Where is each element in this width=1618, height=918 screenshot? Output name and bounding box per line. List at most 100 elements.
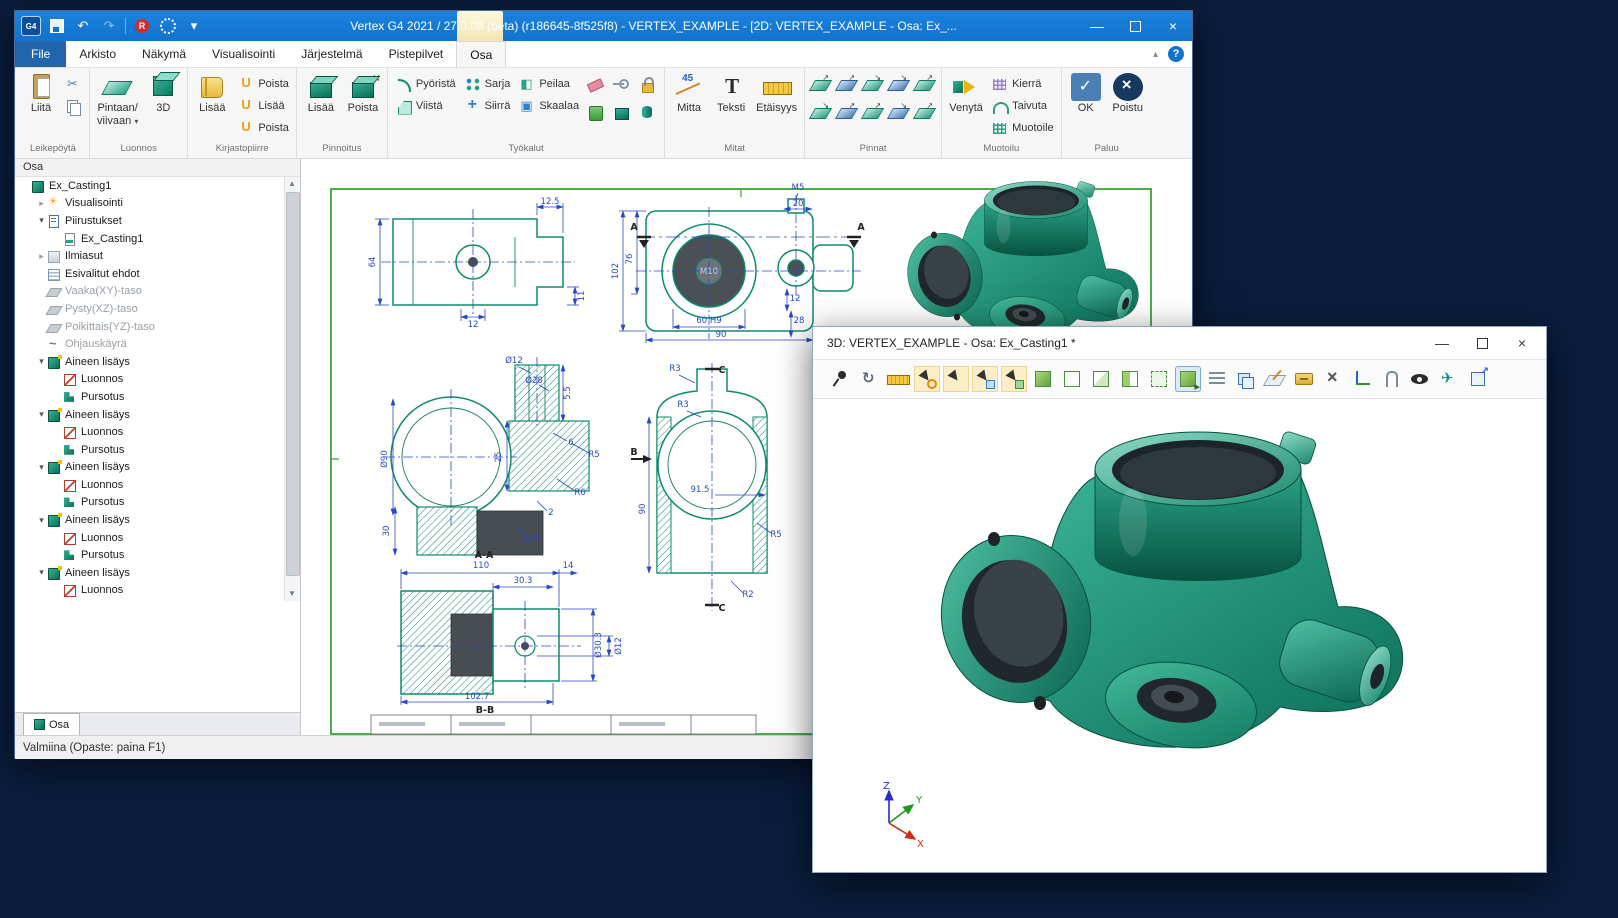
stretch-button[interactable]: Venytä [946, 71, 986, 116]
library-drawer-icon[interactable] [1291, 366, 1317, 392]
surface-tool-5-button[interactable] [913, 74, 935, 94]
surface-tool-2-button[interactable] [835, 74, 857, 94]
select-face-icon[interactable] [972, 366, 998, 392]
chamfer-button[interactable]: Viistä [392, 96, 459, 115]
tree-item[interactable]: Pursotus [15, 546, 300, 564]
help-button[interactable]: ? [1168, 46, 1184, 62]
paste-button[interactable]: Liitä [21, 71, 61, 116]
library-remove2-button[interactable]: Poista [234, 118, 292, 137]
3d-maximize-button[interactable] [1462, 327, 1502, 359]
tree-item[interactable]: Pysty(XZ)-taso [15, 300, 300, 318]
bend-button[interactable]: Taivuta [988, 96, 1057, 115]
twist-button[interactable]: Kierrä [988, 74, 1057, 93]
tree-item[interactable]: Luonnos [15, 423, 300, 441]
document-tab-osa[interactable]: Osa [23, 713, 80, 735]
notebook-tool-button[interactable] [584, 102, 606, 122]
delete-icon[interactable] [1320, 366, 1346, 392]
scroll-thumb[interactable] [286, 192, 300, 576]
split-shade-view-icon[interactable] [1117, 366, 1143, 392]
cylinder-tool-button[interactable] [636, 102, 658, 122]
feature-list-icon[interactable] [1204, 366, 1230, 392]
scale-button[interactable]: Skaalaa [515, 96, 582, 115]
tree-item[interactable]: Pursotus [15, 388, 300, 406]
tab-file[interactable]: File [15, 41, 66, 67]
tree-item[interactable]: Esivalitut ehdot [15, 265, 300, 283]
expand-arrow[interactable]: ▾ [35, 409, 48, 420]
measure-icon[interactable] [885, 366, 911, 392]
tree-item[interactable]: ▾Aineen lisäys [15, 353, 300, 371]
tree-item[interactable]: Luonnos [15, 582, 300, 600]
tree-item[interactable]: ▾Piirustukset [15, 212, 300, 230]
redo-button[interactable]: ↷ [99, 16, 119, 36]
tree-item[interactable]: ▾Aineen lisäys [15, 511, 300, 529]
active-view-mode-icon[interactable] [1175, 366, 1201, 392]
text-button[interactable]: T Teksti [711, 71, 751, 116]
expand-arrow[interactable]: ▾ [35, 356, 48, 367]
dimension-button[interactable]: 45 Mitta [669, 71, 709, 116]
morph-button[interactable]: Muotoile [988, 118, 1057, 137]
halfshade-view-icon[interactable] [1088, 366, 1114, 392]
tree-item[interactable]: ▸Visualisointi [15, 195, 300, 213]
tree-item[interactable]: ▾Aineen lisäys [15, 564, 300, 582]
tab-visualisointi[interactable]: Visualisointi [199, 41, 288, 67]
exit-button[interactable]: Poistu [1108, 71, 1148, 116]
lock-tool-button[interactable] [636, 74, 658, 94]
coating-remove-button[interactable]: × Poista [343, 71, 383, 116]
record-button[interactable]: R [132, 16, 152, 36]
expand-arrow[interactable]: ▾ [35, 215, 48, 226]
tree-item[interactable]: ▾Aineen lisäys [15, 406, 300, 424]
save-button[interactable] [47, 16, 67, 36]
distance-button[interactable]: Etäisyys [753, 71, 800, 116]
move-button[interactable]: Siirrä [461, 96, 514, 115]
surface-tool-4-button[interactable] [887, 74, 909, 94]
library-remove-button[interactable]: Poista [234, 74, 292, 93]
tree-item[interactable]: Pursotus [15, 441, 300, 459]
tab-pistepilvet[interactable]: Pistepilvet [376, 41, 457, 67]
surface-tool-10-button[interactable] [913, 102, 935, 122]
close-button[interactable]: × [1154, 11, 1192, 41]
surface-tool-1-button[interactable] [809, 74, 831, 94]
library-add-button[interactable]: Lisää [192, 71, 232, 116]
tree-item[interactable]: Luonnos [15, 476, 300, 494]
sketch-3d-button[interactable]: 3D [143, 71, 183, 116]
attach-icon[interactable] [1378, 366, 1404, 392]
transparent-view-icon[interactable] [1146, 366, 1172, 392]
tree-item[interactable]: Ex_Casting1 [15, 177, 300, 195]
qat-dropdown-button[interactable]: ▾ [184, 16, 204, 36]
coating-add-button[interactable]: Lisää [301, 71, 341, 116]
tab-järjestelmä[interactable]: Järjestelmä [288, 41, 375, 67]
coordinate-axes-icon[interactable] [1349, 366, 1375, 392]
orient-view-icon[interactable] [856, 366, 882, 392]
visibility-icon[interactable] [1407, 366, 1433, 392]
measure-tool-button[interactable] [610, 74, 632, 94]
expand-arrow[interactable]: ▾ [35, 462, 48, 473]
tree-item[interactable]: Luonnos [15, 529, 300, 547]
scroll-down-arrow[interactable]: ▼ [285, 587, 299, 601]
tree-scrollbar[interactable]: ▲ ▼ [284, 177, 300, 601]
3d-minimize-button[interactable]: — [1422, 327, 1462, 359]
fly-through-icon[interactable] [1436, 366, 1462, 392]
feature-tree[interactable]: Ex_Casting1▸Visualisointi▾PiirustuksetEx… [15, 177, 300, 601]
pattern-button[interactable]: Sarja [461, 74, 514, 93]
surface-tool-3-button[interactable] [861, 74, 883, 94]
copy-button[interactable] [63, 97, 85, 117]
expand-arrow[interactable]: ▸ [35, 198, 48, 209]
3d-close-button[interactable]: × [1502, 327, 1542, 359]
pin-icon[interactable] [827, 366, 853, 392]
mirror-button[interactable]: Peilaa [515, 74, 582, 93]
select-rotate-icon[interactable] [914, 366, 940, 392]
scroll-up-arrow[interactable]: ▲ [285, 177, 299, 191]
tree-item[interactable]: ▾Aineen lisäys [15, 459, 300, 477]
settings-button[interactable] [158, 16, 178, 36]
layers-icon[interactable] [1233, 366, 1259, 392]
tree-item[interactable]: Poikittais(YZ)-taso [15, 318, 300, 336]
maximize-button[interactable] [1116, 11, 1154, 41]
sketch-on-surface-button[interactable]: Pintaan/ viivaan ▾ [94, 71, 141, 129]
3d-title-bar[interactable]: 3D: VERTEX_EXAMPLE - Osa: Ex_Casting1 * … [813, 327, 1546, 360]
ok-button[interactable]: OK [1066, 71, 1106, 116]
cut-button[interactable] [63, 74, 85, 94]
sketch-plane-icon[interactable] [1262, 366, 1288, 392]
undo-button[interactable]: ↶ [73, 16, 93, 36]
tab-arkisto[interactable]: Arkisto [66, 41, 129, 67]
tree-item[interactable]: Ex_Casting1 [15, 230, 300, 248]
